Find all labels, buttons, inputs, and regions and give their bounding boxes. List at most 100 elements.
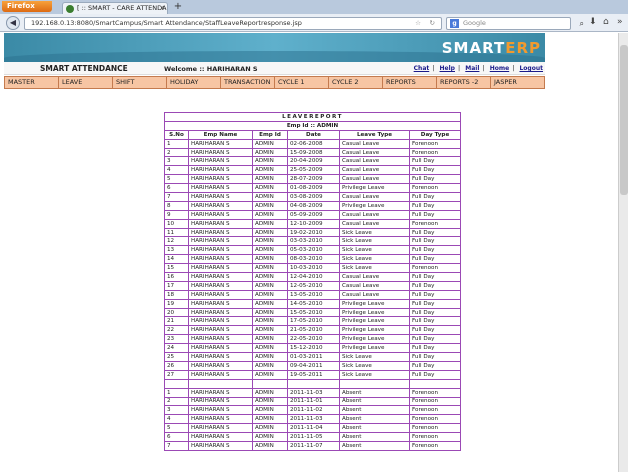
table-cell: 14-05-2010 <box>287 298 340 309</box>
logout-link[interactable]: Logout <box>519 65 543 72</box>
main-menu: MASTER LEAVE SHIFT HOLIDAY TRANSACTION C… <box>4 76 545 89</box>
menu-transaction[interactable]: TRANSACTION <box>221 77 275 88</box>
new-tab-button[interactable]: + <box>172 2 184 13</box>
table-row: 16 HARIHARAN S ADMIN 12-04-2010 Casual Leave… <box>164 272 462 282</box>
menu-master[interactable]: MASTER <box>5 77 59 88</box>
table-cell: ADMIN <box>252 334 288 345</box>
table-cell: Full Day <box>408 227 462 238</box>
table-cell: 19-02-2010 <box>287 227 340 238</box>
menu-icon[interactable]: » <box>617 17 623 27</box>
table-row: 27 HARIHARAN S ADMIN 19-05-2011 Sick Leave Fu… <box>164 369 462 380</box>
table-cell: Full Day <box>408 165 462 176</box>
table-cell: HARIHARAN S <box>188 343 253 354</box>
table-cell: 1 <box>164 138 189 149</box>
table-cell: Casual Leave <box>339 272 410 282</box>
table-cell: 1 <box>164 387 189 398</box>
page-scrollbar[interactable] <box>618 33 628 472</box>
table-cell: Full Day <box>408 280 462 291</box>
table-cell: HARIHARAN S <box>188 183 253 194</box>
table-cell: HARIHARAN S <box>188 272 253 282</box>
table-cell: ADMIN <box>252 227 288 238</box>
table-cell: Forenoon <box>408 218 462 229</box>
table-cell: Sick Leave <box>339 360 410 371</box>
table-cell: ADMIN <box>252 263 288 274</box>
table-cell: 13 <box>164 245 189 256</box>
table-cell: Privilege Leave <box>339 200 410 211</box>
table-cell: 24 <box>164 343 189 354</box>
firefox-menu-button[interactable]: Firefox <box>2 1 52 12</box>
menu-jasper[interactable]: JASPER <box>491 77 544 88</box>
table-cell: ADMIN <box>252 405 288 416</box>
menu-holiday[interactable]: HOLIDAY <box>167 77 221 88</box>
table-cell: HARIHARAN S <box>188 307 253 318</box>
table-cell: HARIHARAN S <box>188 200 253 211</box>
table-cell: 5 <box>164 174 189 185</box>
mail-link[interactable]: Mail <box>465 65 479 72</box>
chat-link[interactable]: Chat <box>414 65 430 72</box>
table-cell <box>164 378 189 389</box>
table-cell: 3 <box>164 156 189 167</box>
home-icon[interactable]: ⌂ <box>603 17 609 27</box>
table-cell: ADMIN <box>252 360 288 371</box>
scrollbar-thumb[interactable] <box>620 45 628 195</box>
column-header: Emp Id <box>252 129 288 140</box>
table-cell: HARIHARAN S <box>188 227 253 238</box>
search-icon[interactable]: ⌕ <box>580 18 584 29</box>
table-cell: Casual Leave <box>339 147 410 158</box>
table-cell: Absent <box>339 432 410 442</box>
table-cell: ADMIN <box>252 432 288 442</box>
browser-tab[interactable]: [ :: SMART - CARE ATTENDANCE :: ] x <box>62 2 168 14</box>
table-cell: 25 <box>164 352 189 362</box>
table-cell: 21-05-2010 <box>287 325 340 336</box>
search-input[interactable]: g Google ⌕ <box>446 17 584 30</box>
table-cell: Absent <box>339 414 410 425</box>
table-cell: Sick Leave <box>339 369 410 380</box>
menu-cycle-2[interactable]: CYCLE 2 <box>329 77 383 88</box>
table-cell: Full Day <box>408 236 462 247</box>
menu-shift[interactable]: SHIFT <box>113 77 167 88</box>
table-row: 23 HARIHARAN S ADMIN 22-05-2010 Privilege Le… <box>164 334 462 345</box>
table-cell: 19 <box>164 298 189 309</box>
close-tab-icon[interactable]: x <box>160 3 164 14</box>
menu-reports[interactable]: REPORTS <box>383 77 437 88</box>
url-text: 192.168.0.13:8080/SmartCampus/Smart Atte… <box>31 19 302 27</box>
table-cell: Sick Leave <box>339 263 410 274</box>
help-link[interactable]: Help <box>440 65 455 72</box>
table-cell: Forenoon <box>408 423 462 434</box>
table-cell: 2 <box>164 147 189 158</box>
table-row: 19 HARIHARAN S ADMIN 14-05-2010 Privilege Le… <box>164 298 462 309</box>
address-bar[interactable]: 192.168.0.13:8080/SmartCampus/Smart Atte… <box>24 17 442 30</box>
table-cell: ADMIN <box>252 387 288 398</box>
table-cell: 6 <box>164 183 189 194</box>
menu-leave[interactable]: LEAVE <box>59 77 113 88</box>
logo-accent-text: ERP <box>505 39 541 57</box>
table-cell: Sick Leave <box>339 236 410 247</box>
table-cell: ADMIN <box>252 236 288 247</box>
table-cell: HARIHARAN S <box>188 280 253 291</box>
table-cell: 27 <box>164 369 189 380</box>
table-row: 10 HARIHARAN S ADMIN 12-10-2009 Casual Leave… <box>164 218 462 229</box>
table-cell: HARIHARAN S <box>188 165 253 176</box>
reload-icon[interactable]: ↻ <box>430 18 435 29</box>
table-row: 14 HARIHARAN S ADMIN 08-03-2010 Sick Leave Fu… <box>164 254 462 265</box>
home-link[interactable]: Home <box>490 65 509 72</box>
table-cell: 03-03-2010 <box>287 236 340 247</box>
table-cell: 2011-11-01 <box>287 396 340 407</box>
table-row: 7 HARIHARAN S ADMIN 03-08-2009 Casual Leave F… <box>164 192 462 202</box>
table-cell: ADMIN <box>252 440 288 451</box>
app-banner: SMARTERP <box>4 33 545 62</box>
table-cell: Full Day <box>408 156 462 167</box>
table-cell: 12-05-2010 <box>287 280 340 291</box>
menu-reports-2[interactable]: REPORTS -2 <box>437 77 491 88</box>
download-icon[interactable]: ⬇ <box>589 17 597 27</box>
table-cell: HARIHARAN S <box>188 254 253 265</box>
table-cell: 2011-11-02 <box>287 405 340 416</box>
table-cell: HARIHARAN S <box>188 334 253 345</box>
bookmark-star-icon[interactable]: ☆ <box>415 18 421 29</box>
menu-cycle-1[interactable]: CYCLE 1 <box>275 77 329 88</box>
search-placeholder: Google <box>463 19 486 27</box>
table-cell: 20-04-2009 <box>287 156 340 167</box>
table-row: 9 HARIHARAN S ADMIN 05-09-2009 Casual Leave F… <box>164 209 462 220</box>
table-cell: Full Day <box>408 307 462 318</box>
back-arrow-icon[interactable]: ◀ <box>6 16 20 30</box>
